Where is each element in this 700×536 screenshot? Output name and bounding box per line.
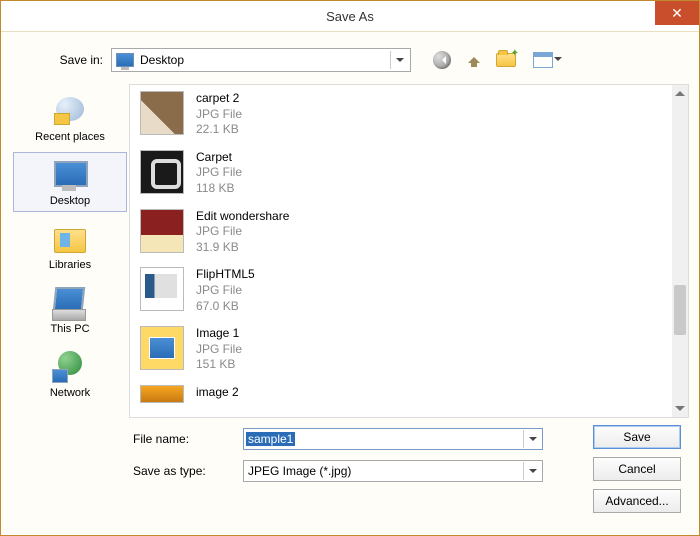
file-thumbnail-icon <box>140 209 184 253</box>
list-item[interactable]: image 2 <box>130 379 672 409</box>
file-meta: Carpet JPG File 118 KB <box>196 150 242 197</box>
button-label: Save <box>623 430 650 444</box>
file-size: 22.1 KB <box>196 122 242 138</box>
file-meta: Image 1 JPG File 151 KB <box>196 326 242 373</box>
save-in-dropdown[interactable]: Desktop <box>111 48 411 72</box>
back-icon <box>433 51 451 69</box>
back-button[interactable] <box>431 49 453 71</box>
file-type: JPG File <box>196 107 242 123</box>
save-as-dialog: Save As ✕ Save in: Desktop <box>0 0 700 536</box>
file-name: Carpet <box>196 150 242 166</box>
scrollbar[interactable] <box>672 85 688 417</box>
bottom-form: File name: sample1 Save as type: JPEG Im… <box>11 428 689 482</box>
list-item[interactable]: Carpet JPG File 118 KB <box>130 144 672 203</box>
savetype-label: Save as type: <box>133 464 233 478</box>
file-name: FlipHTML5 <box>196 267 255 283</box>
close-button[interactable]: ✕ <box>655 1 699 25</box>
up-folder-icon <box>466 51 482 69</box>
chevron-down-icon <box>390 51 408 69</box>
file-list[interactable]: carpet 2 JPG File 22.1 KB Carpet JPG Fil… <box>130 85 672 417</box>
desktop-icon <box>116 53 134 67</box>
new-folder-button[interactable] <box>495 49 517 71</box>
cancel-button[interactable]: Cancel <box>593 457 681 481</box>
recent-places-icon <box>50 95 90 129</box>
list-item[interactable]: Edit wondershare JPG File 31.9 KB <box>130 203 672 262</box>
file-type: JPG File <box>196 342 242 358</box>
chevron-down-icon <box>523 462 541 480</box>
scroll-up-button[interactable] <box>672 85 688 101</box>
save-in-row: Save in: Desktop <box>11 38 689 80</box>
scroll-down-button[interactable] <box>672 401 688 417</box>
list-item[interactable]: FlipHTML5 JPG File 67.0 KB <box>130 261 672 320</box>
advanced-button[interactable]: Advanced... <box>593 489 681 513</box>
desktop-icon <box>50 159 90 193</box>
file-meta: image 2 <box>196 385 239 401</box>
close-icon: ✕ <box>671 5 683 22</box>
sidebar-item-label: Recent places <box>35 131 105 143</box>
sidebar-item-label: This PC <box>50 323 89 335</box>
file-thumbnail-icon <box>140 150 184 194</box>
file-meta: FlipHTML5 JPG File 67.0 KB <box>196 267 255 314</box>
file-meta: carpet 2 JPG File 22.1 KB <box>196 91 242 138</box>
savetype-dropdown[interactable]: JPEG Image (*.jpg) <box>243 460 543 482</box>
save-in-label: Save in: <box>43 53 103 67</box>
sidebar-item-label: Libraries <box>49 259 91 271</box>
file-type: JPG File <box>196 224 289 240</box>
filename-input[interactable]: sample1 <box>243 428 543 450</box>
filename-label: File name: <box>133 432 233 446</box>
file-type: JPG File <box>196 165 242 181</box>
list-item[interactable]: carpet 2 JPG File 22.1 KB <box>130 85 672 144</box>
titlebar: Save As ✕ <box>1 1 699 31</box>
file-thumbnail-icon <box>140 91 184 135</box>
file-name: image 2 <box>196 385 239 401</box>
button-label: Advanced... <box>605 494 668 508</box>
sidebar-item-this-pc[interactable]: This PC <box>13 280 127 340</box>
network-icon <box>50 351 90 385</box>
file-thumbnail-icon <box>140 326 184 370</box>
file-thumbnail-icon <box>140 267 184 311</box>
action-buttons: Save Cancel Advanced... <box>593 425 681 513</box>
sidebar-item-network[interactable]: Network <box>13 344 127 404</box>
sidebar-item-recent-places[interactable]: Recent places <box>13 88 127 148</box>
save-in-value: Desktop <box>140 53 184 67</box>
file-list-pane: carpet 2 JPG File 22.1 KB Carpet JPG Fil… <box>129 84 689 418</box>
chevron-down-icon <box>523 430 541 448</box>
file-thumbnail-icon <box>140 385 184 403</box>
save-button[interactable]: Save <box>593 425 681 449</box>
window-title: Save As <box>326 9 374 24</box>
file-size: 151 KB <box>196 357 242 373</box>
view-menu-button[interactable] <box>527 49 559 71</box>
sidebar-item-label: Desktop <box>50 195 90 207</box>
file-name: Image 1 <box>196 326 242 342</box>
view-icon <box>533 52 553 68</box>
main-area: Recent places Desktop Libraries This PC … <box>11 84 689 418</box>
new-folder-icon <box>496 53 516 67</box>
scrollbar-thumb[interactable] <box>674 285 686 335</box>
libraries-icon <box>50 223 90 257</box>
this-pc-icon <box>50 287 90 321</box>
filename-value: sample1 <box>246 432 295 446</box>
places-sidebar: Recent places Desktop Libraries This PC … <box>11 84 129 418</box>
sidebar-item-label: Network <box>50 387 90 399</box>
file-name: carpet 2 <box>196 91 242 107</box>
button-label: Cancel <box>618 462 655 476</box>
file-size: 67.0 KB <box>196 299 255 315</box>
file-size: 118 KB <box>196 181 242 197</box>
up-one-level-button[interactable] <box>463 49 485 71</box>
file-size: 31.9 KB <box>196 240 289 256</box>
dialog-content: Save in: Desktop <box>1 31 699 535</box>
savetype-value: JPEG Image (*.jpg) <box>248 464 351 478</box>
list-item[interactable]: Image 1 JPG File 151 KB <box>130 320 672 379</box>
file-meta: Edit wondershare JPG File 31.9 KB <box>196 209 289 256</box>
nav-toolbar <box>419 49 559 71</box>
file-name: Edit wondershare <box>196 209 289 225</box>
sidebar-item-desktop[interactable]: Desktop <box>13 152 127 212</box>
sidebar-item-libraries[interactable]: Libraries <box>13 216 127 276</box>
file-type: JPG File <box>196 283 255 299</box>
